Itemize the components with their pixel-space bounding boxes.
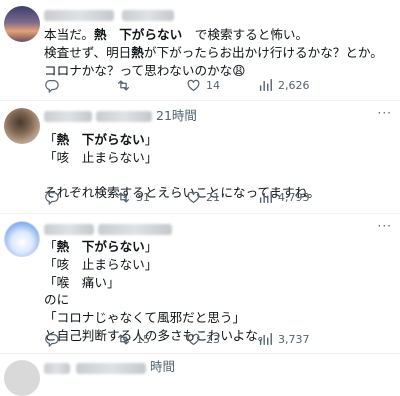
retweet-count: 15 [136, 332, 150, 346]
like-button[interactable]: 14 [186, 76, 220, 94]
text-segment: が下がったらお出かけ行けるかな？とか。 [143, 44, 383, 60]
tweet-text-line: 「喉 痛い」 [44, 274, 270, 292]
more-icon[interactable]: ··· [378, 219, 392, 233]
text-segment: 「 [44, 239, 57, 254]
tweet-time[interactable]: 時間 [150, 359, 175, 375]
retweet-button[interactable] [116, 76, 136, 94]
reply-button[interactable] [44, 76, 64, 94]
reply-icon [44, 78, 59, 93]
tweet-text-line [44, 167, 320, 185]
text-segment: 「 [44, 132, 57, 147]
tweet-actions: 15 23 3,737 [44, 330, 384, 348]
views-count: 3,737 [278, 332, 310, 346]
highlighted-search-term: 熱 下がらない [94, 27, 183, 42]
reply-button[interactable] [44, 188, 64, 206]
author-handle-blurred[interactable] [98, 224, 172, 235]
like-count: 14 [206, 78, 220, 92]
retweet-icon [116, 78, 131, 93]
tweet-text-line: 「コロナじゃなくて風邪だと思う」 [44, 309, 270, 327]
text-segment: 検査せず、明日 [44, 44, 132, 60]
text-segment: 」 [144, 132, 158, 147]
views-icon [258, 190, 273, 205]
like-icon [186, 332, 201, 347]
reply-icon [44, 332, 59, 347]
views-button[interactable]: 3,737 [258, 330, 310, 348]
tweet-text-line: 「咳 止まらない」 [44, 149, 320, 167]
more-icon[interactable]: ··· [378, 106, 392, 120]
text-segment: のに [44, 292, 70, 308]
highlighted-search-term: 熱 [131, 44, 144, 60]
highlighted-search-term: 熱 下がらない [56, 132, 145, 147]
views-count: 2,626 [278, 78, 310, 92]
tweet-text-line: のに [44, 291, 270, 309]
text-segment: 「咳 止まらない」 [44, 149, 158, 165]
views-icon [258, 78, 273, 93]
tweet-time[interactable]: 21時間 [156, 108, 197, 124]
tweet-text-line: 本当だ。熱 下がらない で検索すると怖い。 [44, 26, 383, 44]
tweet-text-line: 「熱 下がらない」 [44, 238, 270, 256]
views-button[interactable]: 2,626 [258, 76, 310, 94]
views-button[interactable]: 4,793 [258, 188, 310, 206]
avatar[interactable] [4, 108, 40, 144]
tweet-text-line: 「熱 下がらない」 [44, 131, 320, 149]
like-button[interactable]: 21 [186, 188, 220, 206]
retweet-count: 31 [136, 190, 150, 204]
author-handle-blurred[interactable] [76, 363, 146, 374]
author-name-blurred[interactable] [44, 111, 92, 122]
author-handle-blurred[interactable] [96, 111, 152, 122]
avatar[interactable] [4, 6, 40, 42]
text-segment: 本当だ。 [44, 27, 94, 42]
avatar[interactable] [4, 221, 40, 257]
retweet-icon [116, 190, 131, 205]
author-name-blurred[interactable] [44, 363, 70, 374]
author-handle-blurred[interactable] [122, 10, 174, 21]
like-button[interactable]: 23 [186, 330, 220, 348]
like-count: 23 [206, 332, 220, 346]
text-segment: 「コロナじゃなくて風邪だと思う」 [44, 310, 246, 326]
tweet-text: 本当だ。熱 下がらない で検索すると怖い。 検査せず、明日熱が下がったらお出かけ行… [44, 26, 383, 79]
text-segment: 「喉 痛い」 [44, 274, 120, 290]
retweet-icon [116, 332, 131, 347]
retweet-button[interactable]: 15 [116, 330, 150, 348]
tweet-text-line: 検査せず、明日熱が下がったらお出かけ行けるかな？とか。 [44, 44, 383, 62]
retweet-button[interactable]: 31 [116, 188, 150, 206]
tweet-3[interactable]: ··· 「熱 下がらない」 「咳 止まらない」 「喉 痛い」 のに 「コロナじゃなくて風… [0, 214, 400, 354]
text-segment: 「咳 止まらない」 [44, 256, 158, 272]
tweet-actions: 31 21 4,793 [44, 188, 384, 206]
text-segment: で検索すると怖い。 [182, 27, 309, 42]
tweet-actions: 14 2,626 [44, 76, 384, 94]
tweet-text-line: 「咳 止まらない」 [44, 256, 270, 274]
views-icon [258, 332, 273, 347]
views-count: 4,793 [278, 190, 310, 204]
like-icon [186, 190, 201, 205]
tweet-1[interactable]: 本当だ。熱 下がらない で検索すると怖い。 検査せず、明日熱が下がったらお出かけ行… [0, 0, 400, 101]
like-icon [186, 78, 201, 93]
tweet-2[interactable]: 21時間 ··· 「熱 下がらない」 「咳 止まらない」 それぞれ検索するとえらいこ… [0, 101, 400, 214]
author-name-blurred[interactable] [44, 224, 94, 235]
tweet-4[interactable]: 時間 [0, 354, 400, 396]
author-name-blurred[interactable] [44, 10, 114, 21]
like-count: 21 [206, 190, 220, 204]
reply-icon [44, 190, 59, 205]
tweet-text: 「熱 下がらない」 「咳 止まらない」 「喉 痛い」 のに 「コロナじゃなくて風邪だと思… [44, 238, 270, 345]
text-segment: 」 [144, 239, 158, 254]
avatar[interactable] [4, 360, 40, 396]
reply-button[interactable] [44, 330, 64, 348]
highlighted-search-term: 熱 下がらない [56, 239, 145, 254]
